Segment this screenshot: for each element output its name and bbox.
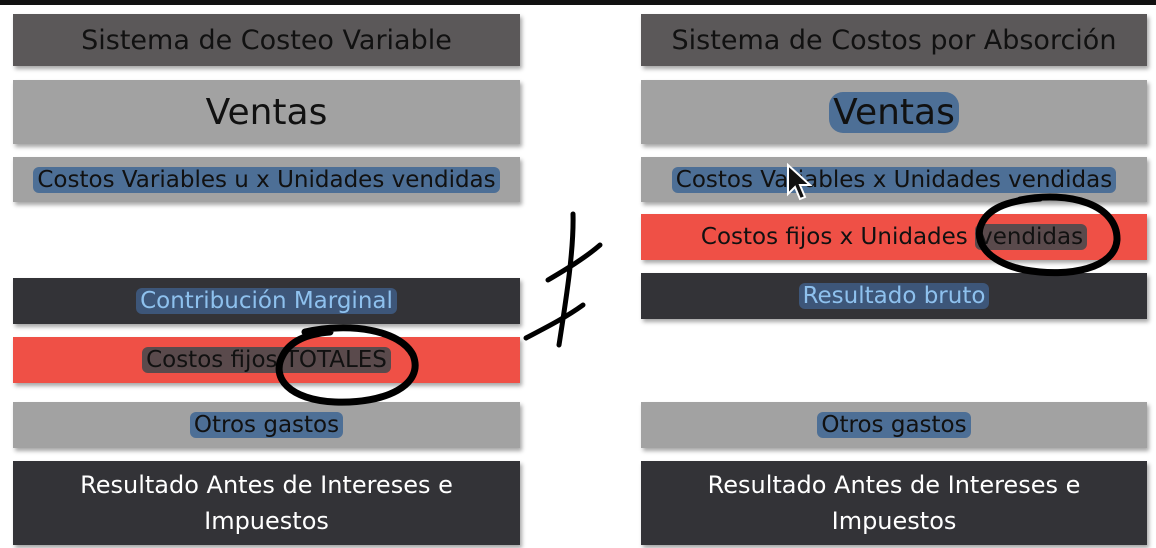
not-equal-icon xyxy=(523,211,603,348)
not-equal-bar-lower xyxy=(523,302,586,341)
mouse-cursor-icon xyxy=(787,163,813,201)
annotations-layer xyxy=(275,193,1121,406)
left-circle-mark xyxy=(275,324,419,406)
right-circle-mark xyxy=(975,193,1121,277)
not-equal-slash xyxy=(556,211,576,348)
